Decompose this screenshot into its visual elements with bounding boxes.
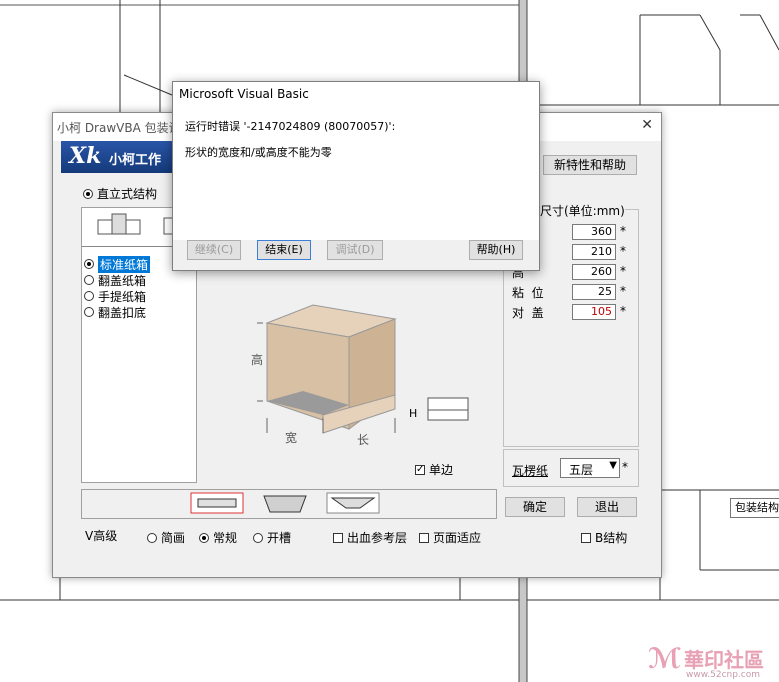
single-flap-label: 单边 (429, 463, 454, 477)
mode-label: 开槽 (267, 531, 292, 545)
debug-button[interactable]: 调试(D) (327, 240, 383, 260)
radio-indicator (84, 307, 94, 317)
mode-label: 简画 (161, 531, 186, 545)
corrugated-label: 瓦楞纸 (512, 464, 549, 478)
watermark: ℳ 華印社區 www.52cnp.com (648, 642, 779, 682)
list-item-label: 标准纸箱 (98, 255, 151, 273)
style-selector (81, 489, 497, 519)
ok-button[interactable]: 确定 (505, 497, 565, 517)
radio-indicator (84, 291, 94, 301)
list-item[interactable]: 手提纸箱 (84, 288, 150, 304)
error-titlebar: Microsoft Visual Basic (173, 82, 539, 108)
watermark-logo: ℳ (648, 642, 682, 675)
box-type-list: 标准纸箱 翻盖纸箱 手提纸箱 翻盖扣底 (82, 255, 151, 320)
error-dialog: Microsoft Visual Basic 运行时错误 '-214702480… (172, 81, 540, 271)
corrugated-select[interactable]: 五层 ▼ (560, 458, 620, 478)
structure-radio-label: 直立式结构 (97, 187, 158, 201)
glue-label: 粘 位 (512, 286, 544, 300)
flap-input[interactable]: 105 (572, 304, 616, 320)
list-item-label: 翻盖纸箱 (98, 273, 147, 288)
b-structure-label: B结构 (595, 531, 628, 545)
required-star: * (622, 460, 628, 474)
error-code-text: 运行时错误 '-2147024809 (80070057)': (185, 120, 396, 133)
length-label: 长 (357, 433, 370, 447)
flat-style-icon[interactable] (190, 492, 244, 514)
checkbox-indicator (581, 532, 591, 543)
required-star: * (620, 304, 626, 318)
required-star: * (620, 224, 626, 238)
checkbox-indicator: ✓ (415, 463, 425, 475)
mode-normal-radio[interactable]: 常规 (199, 529, 237, 546)
list-item[interactable]: 标准纸箱 (84, 255, 151, 273)
radio-indicator (83, 188, 93, 199)
single-flap-checkbox[interactable]: ✓ 单边 (415, 461, 453, 478)
mode-slot-radio[interactable]: 开槽 (253, 529, 291, 546)
required-star: * (620, 284, 626, 298)
radio-indicator (84, 275, 94, 285)
checkbox-indicator (419, 532, 429, 543)
glue-input[interactable]: 25 (572, 284, 616, 300)
width-label: 宽 (285, 431, 298, 445)
height-input[interactable]: 260 (572, 264, 616, 280)
tooltip: 包装结构 (730, 498, 779, 518)
corrugated-panel: 瓦楞纸 五层 ▼ * (503, 449, 639, 487)
required-star: * (620, 264, 626, 278)
radio-indicator (199, 532, 209, 543)
exit-button[interactable]: 退出 (577, 497, 637, 517)
structure-radio[interactable]: 直立式结构 (83, 185, 157, 202)
continue-button[interactable]: 继续(C) (187, 240, 241, 260)
mode-simple-radio[interactable]: 简画 (147, 529, 185, 546)
bleed-checkbox[interactable]: 出血参考层 (333, 529, 407, 546)
list-item-label: 手提纸箱 (98, 289, 147, 304)
chevron-down-icon: ▼ (609, 460, 617, 471)
logo: Xk (69, 143, 102, 169)
fit-page-label: 页面适应 (433, 531, 482, 545)
height-label: 高 (251, 353, 264, 367)
watermark-url: www.52cnp.com (686, 670, 761, 680)
radio-indicator (253, 532, 263, 543)
slot-style-icon[interactable] (260, 494, 310, 514)
brand-text: 小柯工作 (109, 153, 162, 168)
dimension-header: 尺寸(单位:mm) (540, 202, 625, 219)
error-dialog-title: Microsoft Visual Basic (179, 87, 309, 101)
list-item[interactable]: 翻盖纸箱 (84, 272, 150, 288)
fold-style-icon[interactable] (326, 492, 380, 514)
mode-label: 常规 (213, 531, 238, 545)
bleed-label: 出血参考层 (347, 531, 408, 545)
list-item-label: 翻盖扣底 (98, 305, 147, 320)
main-dialog-title: 小柯 DrawVBA 包装设 (57, 121, 181, 135)
whats-new-button[interactable]: 新特性和帮助 (543, 155, 637, 175)
end-button[interactable]: 结束(E) (257, 240, 311, 260)
help-button[interactable]: 帮助(H) (469, 240, 523, 260)
logo-banner: Xk 小柯工作 (61, 141, 181, 173)
h-label: H (409, 407, 418, 420)
length-input[interactable]: 360 (572, 224, 616, 240)
box-preview (257, 304, 469, 434)
required-star: * (620, 244, 626, 258)
close-icon[interactable]: ✕ (641, 117, 653, 133)
list-item[interactable]: 翻盖扣底 (84, 304, 150, 320)
checkbox-indicator (333, 532, 343, 543)
advanced-label[interactable]: V高级 (85, 527, 117, 544)
error-body: 运行时错误 '-2147024809 (80070057)': 形状的宽度和/或… (173, 108, 539, 240)
radio-indicator (84, 259, 94, 269)
fit-page-checkbox[interactable]: 页面适应 (419, 529, 481, 546)
error-message-text: 形状的宽度和/或高度不能为零 (185, 146, 332, 159)
b-structure-checkbox[interactable]: B结构 (581, 529, 627, 546)
flap-label: 对 盖 (512, 306, 544, 320)
radio-indicator (147, 532, 157, 543)
watermark-text: 華印社區 (684, 648, 764, 672)
width-input[interactable]: 210 (572, 244, 616, 260)
corrugated-value: 五层 (569, 463, 594, 477)
